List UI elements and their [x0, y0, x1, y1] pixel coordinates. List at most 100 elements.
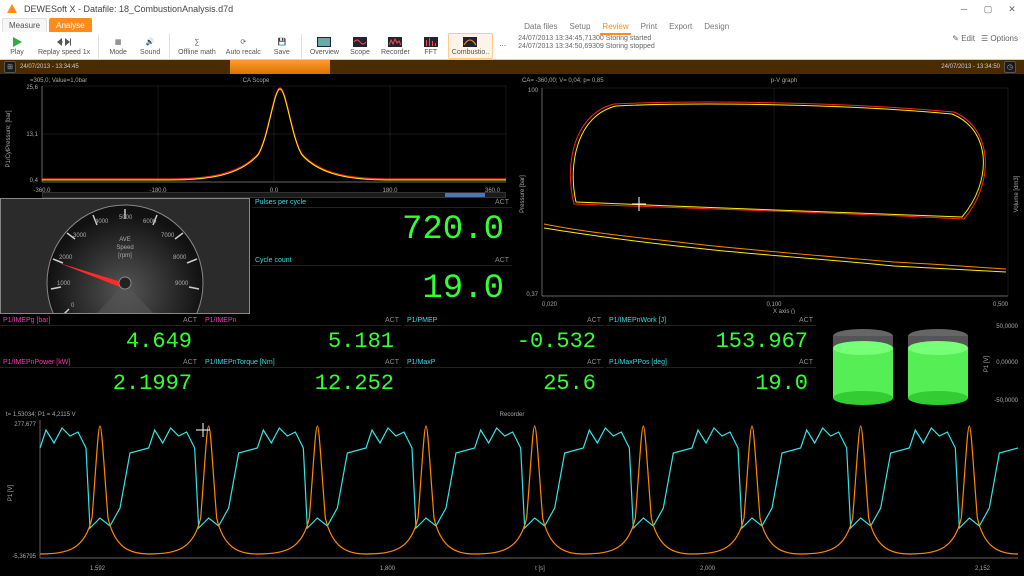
close-button[interactable]: ✕ — [1000, 2, 1024, 16]
rewind-fwd-icon — [57, 35, 71, 49]
recorder-button[interactable]: Recorder — [377, 33, 414, 59]
more-widgets-button[interactable]: ⋯ — [495, 33, 510, 59]
mode-button[interactable]: ▦ Mode — [103, 33, 133, 59]
svg-text:P1/CylPressure; [bar]: P1/CylPressure; [bar] — [6, 110, 12, 167]
svg-text:50,0000: 50,0000 — [996, 324, 1018, 330]
time-strip[interactable]: ⊞ 24/07/2013 - 13:34:45 24/07/2013 - 13:… — [0, 60, 1024, 74]
svg-text:0,500: 0,500 — [993, 302, 1009, 308]
svg-text:1000: 1000 — [57, 281, 71, 287]
pulses-per-cycle-box[interactable]: Pulses per cycleACT 720.0 — [252, 198, 512, 254]
math-icon: ∑ — [190, 35, 204, 49]
timestrip-clock[interactable]: ◷ — [1004, 61, 1016, 73]
fft-icon — [424, 35, 438, 49]
svg-text:t= 1,53034; P1 = 4,2115 V: t= 1,53034; P1 = 4,2115 V — [6, 412, 76, 418]
svg-text:P1 [V]: P1 [V] — [984, 355, 990, 372]
svg-text:5000: 5000 — [119, 215, 133, 221]
svg-text:Volume [dm3]: Volume [dm3] — [1014, 175, 1020, 212]
svg-text:277,677: 277,677 — [14, 422, 36, 428]
svg-text:0,100: 0,100 — [766, 302, 782, 308]
recorder-panel[interactable]: Recorder t= 1,53034; P1 = 4,2115 V 277,6… — [0, 408, 1024, 576]
scope-button[interactable]: Scope — [345, 33, 375, 59]
svg-text:9000: 9000 — [175, 281, 189, 287]
svg-text:4000: 4000 — [95, 219, 109, 225]
subtab-design[interactable]: Design — [702, 20, 731, 35]
title-bar: DEWESoft X - Datafile: 18_CombustionAnal… — [0, 0, 1024, 18]
timestrip-lock-left[interactable]: ⊞ — [4, 61, 16, 73]
svg-text:1,800: 1,800 — [380, 566, 396, 572]
svg-text:25,6: 25,6 — [26, 85, 38, 91]
svg-text:2,152: 2,152 — [975, 566, 991, 572]
pulses-value: 720.0 — [252, 208, 512, 252]
fft-button[interactable]: FFT — [416, 33, 446, 59]
combustion-icon — [463, 35, 477, 49]
speed-gauge[interactable]: 0 1000 2000 3000 4000 5000 6000 7000 800… — [0, 198, 250, 314]
timestrip-left-time: 24/07/2013 - 13:34:45 — [20, 64, 79, 70]
svg-text:6000: 6000 — [143, 219, 157, 225]
status-lines: 24/07/2013 13:34:45,71300 Storing starte… — [512, 35, 737, 50]
dashboard: CA Scope =305,0; Value=1,0bar 25,6 13,1 … — [0, 74, 1024, 576]
overview-button[interactable]: Overview — [306, 33, 343, 59]
options-button[interactable]: ☰ Options — [981, 34, 1018, 43]
app-logo — [4, 1, 20, 17]
svg-text:1,592: 1,592 — [90, 566, 106, 572]
value-imepnwork[interactable]: P1/IMEPnWork [J]ACT 153.967 — [606, 316, 816, 356]
subtab-setup[interactable]: Setup — [568, 20, 593, 35]
svg-text:-5,36795: -5,36795 — [12, 554, 36, 560]
app-title: DEWESoft X - Datafile: 18_CombustionAnal… — [24, 4, 233, 14]
svg-text:t [s]: t [s] — [535, 566, 545, 572]
more-icon: ⋯ — [499, 42, 506, 50]
replay-speed[interactable]: Replay speed 1x — [34, 33, 94, 59]
value-maxppos[interactable]: P1/MaxPPos [deg]ACT 19.0 — [606, 358, 816, 398]
value-imepg[interactable]: P1/IMEPg [bar]ACT 4.649 — [0, 316, 200, 356]
minimize-button[interactable]: ─ — [952, 2, 976, 16]
value-imepntorque[interactable]: P1/IMEPnTorque [Nm]ACT 12.252 — [202, 358, 402, 398]
pv-graph-panel[interactable]: p-V graph CA= -360,00; V= 0,04; p= 0,85 … — [514, 74, 1024, 314]
svg-text:p-V graph: p-V graph — [771, 78, 797, 84]
sound-button[interactable]: 🔊 Sound — [135, 33, 165, 59]
svg-text:7000: 7000 — [161, 233, 175, 239]
svg-text:Recorder: Recorder — [500, 412, 525, 418]
ca-scope-panel[interactable]: CA Scope =305,0; Value=1,0bar 25,6 13,1 … — [0, 74, 512, 196]
subtab-export[interactable]: Export — [667, 20, 694, 35]
cycle-count-value: 19.0 — [252, 266, 512, 312]
timestrip-right-time: 24/07/2013 - 13:34:50 — [941, 64, 1000, 70]
recorder-icon — [388, 35, 402, 49]
play-button[interactable]: Play — [2, 33, 32, 59]
auto-recalc-button[interactable]: ⟳ Auto recalc — [222, 33, 265, 59]
mode-icon: ▦ — [111, 35, 125, 49]
recalc-icon: ⟳ — [236, 35, 250, 49]
svg-text:0,4: 0,4 — [30, 178, 39, 184]
svg-text:13,1: 13,1 — [26, 132, 38, 138]
value-pmep[interactable]: P1/PMEPACT -0.532 — [404, 316, 604, 356]
svg-text:2000: 2000 — [59, 255, 73, 261]
subtab-datafiles[interactable]: Data files — [522, 20, 559, 35]
tab-measure[interactable]: Measure — [2, 18, 47, 32]
svg-text:-50,0000: -50,0000 — [994, 398, 1018, 404]
subtab-review[interactable]: Review — [600, 20, 630, 35]
tab-analyse[interactable]: Analyse — [49, 18, 91, 32]
svg-text:2,000: 2,000 — [700, 566, 716, 572]
ca-scope-cursor: =305,0; Value=1,0bar — [30, 78, 87, 84]
value-imepn[interactable]: P1/IMEPnACT 5.181 — [202, 316, 402, 356]
svg-text:CA= -360,00; V= 0,04; p= 0,85: CA= -360,00; V= 0,04; p= 0,85 — [522, 78, 604, 84]
value-imepnpower[interactable]: P1/IMEPnPower [kW]ACT 2.1997 — [0, 358, 200, 398]
timestrip-selection[interactable] — [230, 60, 330, 74]
cycle-count-box[interactable]: Cycle countACT 19.0 — [252, 256, 512, 314]
edit-button[interactable]: ✎ Edit — [952, 34, 975, 43]
combustion-button[interactable]: Combustio.. — [448, 33, 493, 59]
save-button[interactable]: 💾 Save — [267, 33, 297, 59]
svg-text:Pressure [bar]: Pressure [bar] — [520, 175, 526, 213]
svg-text:AVE: AVE — [119, 237, 131, 243]
svg-text:100: 100 — [528, 88, 539, 94]
offline-math-button[interactable]: ∑ Offline math — [174, 33, 220, 59]
svg-text:P1 [V]: P1 [V] — [8, 484, 14, 501]
svg-text:X axis (): X axis () — [773, 309, 795, 314]
ribbon: Measure Analyse Play Replay speed 1x ▦ M… — [0, 18, 1024, 60]
value-maxp[interactable]: P1/MaxPACT 25.6 — [404, 358, 604, 398]
svg-text:0,00000: 0,00000 — [996, 360, 1018, 366]
subtab-print[interactable]: Print — [639, 20, 659, 35]
svg-text:0,020: 0,020 — [542, 302, 558, 308]
bar-panel[interactable]: 50,0000 0,00000 -50,0000 P1 [V] — [818, 316, 1024, 406]
ca-scope-title: CA Scope — [243, 78, 270, 84]
maximize-button[interactable]: ▢ — [976, 2, 1000, 16]
